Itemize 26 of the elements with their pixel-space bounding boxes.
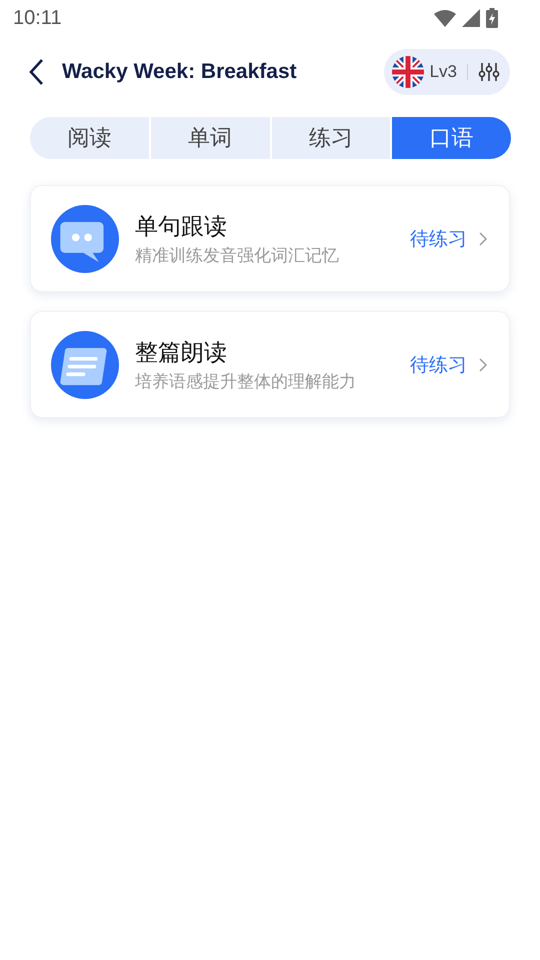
status-label: 待练习	[410, 352, 467, 378]
level-label: Lv3	[430, 62, 457, 82]
practice-card[interactable]: 单句跟读 精准训练发音强化词汇记忆 待练习	[30, 185, 510, 292]
level-pill[interactable]: Lv3	[384, 49, 510, 95]
chevron-icon	[479, 232, 487, 246]
status-time: 10:11	[13, 6, 62, 30]
chat-bubble-icon	[51, 204, 119, 272]
card-title: 单句跟读	[135, 212, 228, 242]
battery-icon	[486, 8, 498, 28]
status-label: 待练习	[410, 226, 467, 252]
tab[interactable]: 阅读	[30, 117, 149, 159]
flag-icon	[392, 56, 424, 88]
back-icon[interactable]	[28, 58, 44, 86]
document-icon	[51, 330, 119, 398]
card-title: 整篇朗读	[135, 338, 228, 368]
tab[interactable]: 口语	[392, 117, 511, 159]
page-title: Wacky Week: Breakfast	[62, 60, 298, 84]
tab[interactable]: 单词	[150, 117, 270, 159]
wifi-icon	[434, 10, 456, 26]
signal-icon	[462, 9, 480, 27]
card-subtitle: 精准训练发音强化词汇记忆	[135, 244, 340, 266]
card-subtitle: 培养语感提升整体的理解能力	[135, 370, 357, 392]
chevron-icon	[479, 358, 487, 372]
settings-icon[interactable]	[478, 61, 500, 83]
practice-card[interactable]: 整篇朗读 培养语感提升整体的理解能力 待练习	[30, 311, 510, 418]
tab[interactable]: 练习	[272, 117, 390, 159]
